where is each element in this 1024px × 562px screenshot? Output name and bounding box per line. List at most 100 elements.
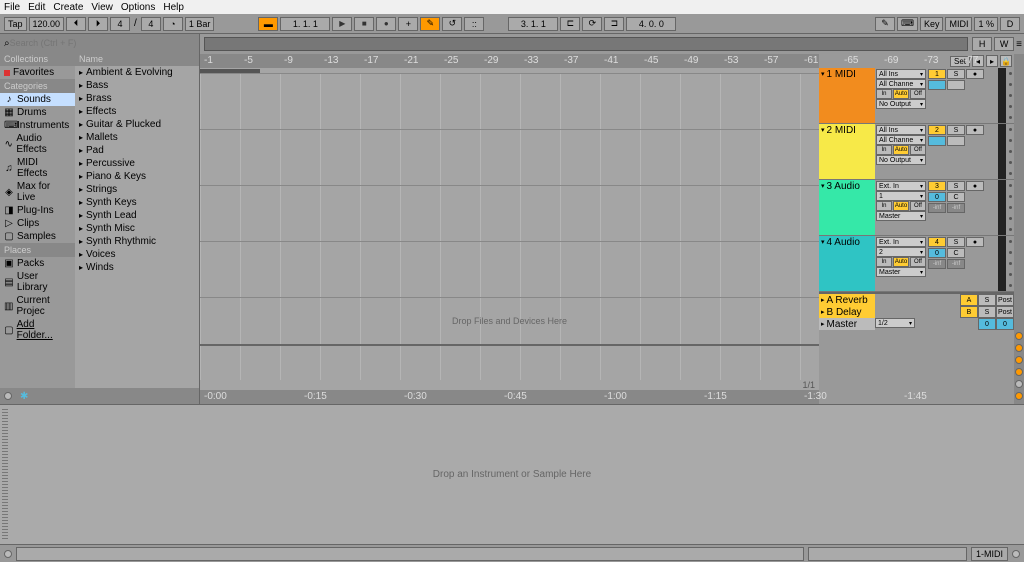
midi-map-button[interactable]: MIDI [945, 17, 972, 31]
play-button[interactable] [332, 17, 352, 31]
key-map-button[interactable]: Key [920, 17, 944, 31]
metronome-button[interactable]: ◔ [163, 17, 183, 31]
loop-length[interactable]: 4. 0. 0 [626, 17, 676, 31]
browser-item[interactable]: Synth Keys [75, 196, 199, 209]
track-header-1[interactable]: ▾1 MIDI All Ins All Channe InAutoOff No … [819, 68, 1014, 124]
pan-value[interactable]: 0 [928, 192, 946, 202]
output-type[interactable]: Master [876, 211, 926, 221]
browser-item[interactable]: Synth Rhythmic [75, 235, 199, 248]
record-button[interactable] [376, 17, 396, 31]
capture-button[interactable]: :: [464, 17, 484, 31]
browser-item[interactable]: Ambient & Evolving [75, 66, 199, 79]
input-channel[interactable]: All Channe [876, 135, 926, 145]
automation-lane-dots[interactable] [1006, 124, 1014, 179]
browser-item[interactable]: Percussive [75, 157, 199, 170]
track-activator[interactable]: 1 [928, 69, 946, 79]
menu-view[interactable]: View [91, 2, 113, 13]
track-header-3[interactable]: ▾3 Audio Ext. In 1 InAutoOff Master 3S● … [819, 180, 1014, 236]
browser-item[interactable]: Guitar & Plucked [75, 118, 199, 131]
return-a-solo[interactable]: S [978, 294, 996, 306]
input-type[interactable]: Ext. In [876, 181, 926, 191]
solo-button[interactable]: S [947, 181, 965, 191]
track-lane[interactable] [200, 130, 819, 186]
track-lane[interactable] [200, 74, 819, 130]
menu-options[interactable]: Options [121, 2, 155, 13]
monitor-in[interactable]: In [876, 89, 892, 99]
master-volume[interactable]: 0 [996, 318, 1014, 330]
browser-item[interactable]: Synth Lead [75, 209, 199, 222]
monitor-off[interactable]: Off [910, 257, 926, 267]
input-type[interactable]: All Ins [876, 69, 926, 79]
unfold-icon[interactable]: ▸ [821, 296, 825, 304]
track-unfold-icon[interactable]: ▾ [821, 182, 825, 190]
computer-midi-keyboard[interactable]: ⌨ [897, 17, 918, 31]
input-type[interactable]: All Ins [876, 125, 926, 135]
monitor-auto[interactable]: Auto [893, 89, 909, 99]
arm-button[interactable]: ● [966, 69, 984, 79]
track-activator[interactable]: 2 [928, 125, 946, 135]
beat-ruler[interactable]: -1-5-9-13-17-21-25-29-33-37-41-45-49-53-… [200, 54, 819, 68]
overview-menu-icon[interactable]: ≡ [1016, 39, 1022, 50]
preview-icon[interactable]: ✱ [20, 391, 28, 402]
automation-lane-dots[interactable] [1006, 180, 1014, 235]
tempo-nudge-down[interactable]: ⏴ [66, 17, 86, 31]
arrangement-position[interactable]: 1. 1. 1 [280, 17, 330, 31]
monitor-auto[interactable]: Auto [893, 145, 909, 155]
browser-item[interactable]: Synth Misc [75, 222, 199, 235]
solo-button[interactable]: S [947, 237, 965, 247]
locator-lock-icon[interactable]: 🔒 [1000, 55, 1012, 67]
browser-item[interactable]: Mallets [75, 131, 199, 144]
track-activator[interactable]: 4 [928, 237, 946, 247]
place-user-library[interactable]: ▤User Library [0, 270, 75, 294]
follow-button[interactable]: ▬ [258, 17, 278, 31]
punch-out-button[interactable]: ⊐ [604, 17, 624, 31]
pan-value[interactable] [928, 136, 946, 146]
arm-button[interactable]: ● [966, 237, 984, 247]
input-channel[interactable]: All Channe [876, 79, 926, 89]
arm-button[interactable]: ● [966, 181, 984, 191]
tempo-field[interactable]: 120.00 [29, 17, 65, 31]
monitor-in[interactable]: In [876, 201, 892, 211]
return-track-a[interactable]: ▸A Reverb A S Post [819, 294, 1014, 306]
monitor-off[interactable]: Off [910, 145, 926, 155]
time-sig-num[interactable]: 4 [110, 17, 130, 31]
track-lane[interactable] [200, 186, 819, 242]
quantize-menu[interactable]: 1 Bar [185, 17, 215, 31]
returns-toggle[interactable] [1015, 356, 1023, 364]
overdub-button[interactable]: + [398, 17, 418, 31]
io-section-toggle[interactable] [1015, 332, 1023, 340]
zoom-h-button[interactable]: H [972, 37, 992, 51]
punch-in-button[interactable]: ⊏ [560, 17, 580, 31]
track-header-4[interactable]: ▾4 Audio Ext. In 2 InAutoOff Master 4S● … [819, 236, 1014, 292]
input-channel[interactable]: 1 [876, 191, 926, 201]
browser-item[interactable]: Brass [75, 92, 199, 105]
tempo-nudge-up[interactable]: ⏵ [88, 17, 108, 31]
category-sounds[interactable]: ♪Sounds [0, 93, 75, 106]
arrangement-overview[interactable] [204, 37, 968, 51]
info-view-toggle[interactable] [4, 550, 12, 558]
return-a-activator[interactable]: A [960, 294, 978, 306]
output-type[interactable]: Master [876, 267, 926, 277]
sends-toggle[interactable] [1015, 344, 1023, 352]
master-track[interactable]: ▸Master 1/2 0 0 [819, 318, 1014, 330]
crossfade-toggle[interactable] [1015, 392, 1023, 400]
pan-c[interactable]: C [947, 192, 965, 202]
browser-item[interactable]: Piano & Keys [75, 170, 199, 183]
browser-item[interactable]: Pad [75, 144, 199, 157]
automation-arm-button[interactable]: ✎ [420, 17, 440, 31]
stop-button[interactable] [354, 17, 374, 31]
menu-help[interactable]: Help [163, 2, 184, 13]
input-type[interactable]: Ext. In [876, 237, 926, 247]
tap-tempo-button[interactable]: Tap [4, 17, 27, 31]
next-locator-icon[interactable]: ▸ [986, 55, 998, 67]
device-drag-handle[interactable] [2, 409, 8, 540]
menu-file[interactable]: File [4, 2, 20, 13]
track-unfold-icon[interactable]: ▾ [821, 126, 825, 134]
track-lane[interactable] [200, 242, 819, 298]
arrangement-canvas[interactable]: -1-5-9-13-17-21-25-29-33-37-41-45-49-53-… [200, 54, 819, 404]
pan-c[interactable] [947, 136, 965, 146]
delay-toggle[interactable] [1015, 380, 1023, 388]
time-sig-den[interactable]: 4 [141, 17, 161, 31]
input-channel[interactable]: 2 [876, 247, 926, 257]
monitor-auto[interactable]: Auto [893, 257, 909, 267]
